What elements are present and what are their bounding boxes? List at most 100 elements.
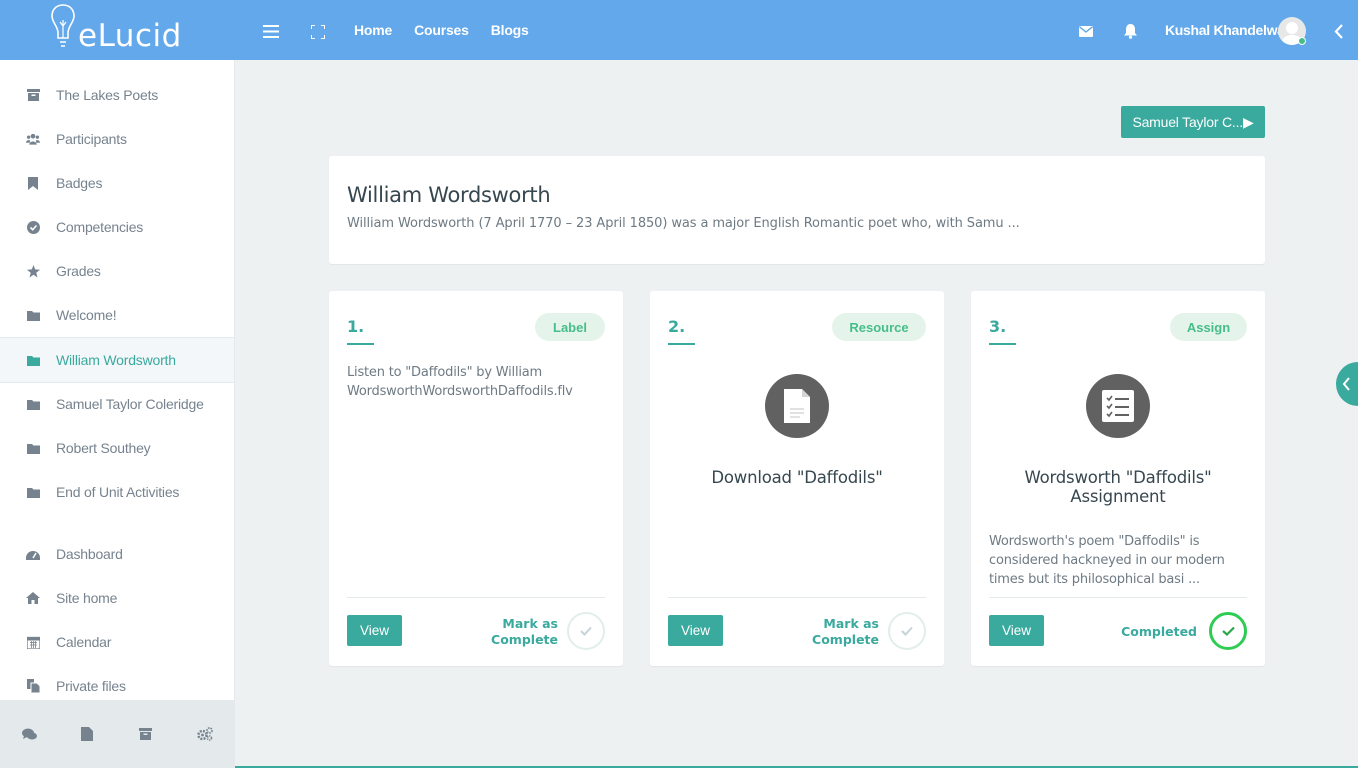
sidebar-item-label: Grades — [56, 263, 101, 279]
logo[interactable]: eLucid — [48, 2, 188, 56]
view-button[interactable]: View — [347, 615, 402, 646]
document-icon — [784, 389, 810, 423]
folder-icon — [26, 485, 40, 499]
check-icon — [580, 626, 592, 636]
number-underline — [668, 343, 695, 345]
folder-icon — [26, 308, 40, 322]
sidebar-item-label: Private files — [56, 678, 126, 694]
activity-number: 1. — [347, 317, 365, 336]
check-icon — [901, 626, 913, 636]
bell-icon[interactable] — [1124, 24, 1137, 39]
folder-icon — [26, 397, 40, 411]
activity-card: 3. Assign Wordsworth "Daffodils" Assignm… — [971, 291, 1265, 666]
next-section-button[interactable]: Samuel Taylor C...▶ — [1121, 106, 1265, 138]
section-summary: William Wordsworth (7 April 1770 – 23 Ap… — [347, 216, 1020, 231]
sidebar-item-competencies[interactable]: Competencies — [0, 205, 234, 249]
activity-type-badge: Assign — [1170, 313, 1247, 341]
card-divider — [347, 597, 605, 598]
sidebar-item-william-wordsworth[interactable]: William Wordsworth — [0, 337, 234, 383]
sidebar-item-grades[interactable]: Grades — [0, 249, 234, 293]
logo-text: eLucid — [78, 18, 182, 54]
calendar-icon — [26, 635, 40, 649]
lightbulb-icon — [51, 4, 75, 47]
mark-complete-toggle[interactable] — [567, 612, 605, 650]
activity-title[interactable]: Wordsworth "Daffodils" Assignment — [989, 468, 1247, 506]
view-button[interactable]: View — [668, 615, 723, 646]
sidebar-item-participants[interactable]: Participants — [0, 117, 234, 161]
nav-courses[interactable]: Courses — [414, 22, 469, 38]
sidebar-footer — [0, 700, 234, 768]
sidebar-item-label: Welcome! — [56, 307, 117, 323]
archive-box-icon[interactable] — [139, 728, 152, 740]
sidebar-item-label: Dashboard — [56, 546, 123, 562]
view-button[interactable]: View — [989, 615, 1044, 646]
bookmark-icon — [26, 176, 40, 190]
online-status-dot — [1298, 37, 1306, 45]
activity-type-badge: Label — [535, 313, 605, 341]
sidebar-item-label: William Wordsworth — [56, 352, 176, 368]
checklist-icon — [1102, 390, 1134, 422]
top-bar: eLucid Home Courses Blogs Kushal Khandel… — [0, 0, 1358, 60]
mark-label-line2: Complete — [491, 632, 558, 647]
nav-blogs[interactable]: Blogs — [491, 22, 529, 38]
activity-text: Wordsworth's poem "Daffodils" is conside… — [989, 534, 1225, 587]
home-icon — [26, 591, 40, 605]
activity-number: 2. — [668, 317, 686, 336]
mark-label-line2: Complete — [812, 632, 879, 647]
check-icon — [1221, 626, 1235, 636]
user-name[interactable]: Kushal Khandelwal — [1165, 22, 1289, 38]
cogs-icon[interactable] — [197, 727, 213, 741]
activity-type-badge: Resource — [832, 313, 926, 341]
check-circle-icon — [26, 220, 40, 234]
sidebar-item-label: Samuel Taylor Coleridge — [56, 396, 204, 412]
sidebar-item-label: Robert Southey — [56, 440, 151, 456]
mark-complete-label[interactable]: Mark as Complete — [812, 616, 879, 648]
sidebar-item-end-of-unit-activities[interactable]: End of Unit Activities — [0, 470, 234, 514]
number-underline — [989, 343, 1016, 345]
card-divider — [668, 597, 926, 598]
activity-card: 1. Label Listen to "Daffodils" by Willia… — [329, 291, 623, 666]
card-divider — [989, 597, 1247, 598]
sidebar-item-site-home[interactable]: Site home — [0, 576, 234, 620]
sidebar-item-label: Site home — [56, 590, 118, 606]
activity-number: 3. — [989, 317, 1007, 336]
archive-icon — [26, 88, 40, 102]
nav-home[interactable]: Home — [354, 22, 392, 38]
file-icon[interactable] — [81, 727, 93, 741]
sidebar-item-label: Badges — [56, 175, 103, 191]
star-icon — [26, 264, 40, 278]
sidebar-item-the-lakes-poets[interactable]: The Lakes Poets — [0, 73, 234, 117]
mark-label-line1: Mark as — [823, 616, 879, 631]
sidebar: The Lakes Poets Participants Badges Comp… — [0, 60, 235, 768]
sidebar-item-robert-southey[interactable]: Robert Southey — [0, 426, 234, 470]
comments-icon[interactable] — [22, 728, 37, 741]
resource-icon-circle[interactable] — [765, 374, 829, 438]
sidebar-item-dashboard[interactable]: Dashboard — [0, 532, 234, 576]
dashboard-icon — [26, 547, 40, 561]
sidebar-item-label: End of Unit Activities — [56, 484, 180, 500]
mark-complete-label[interactable]: Mark as Complete — [491, 616, 558, 648]
chevron-left-icon — [1342, 377, 1350, 391]
sidebar-item-samuel-taylor-coleridge[interactable]: Samuel Taylor Coleridge — [0, 382, 234, 426]
fullscreen-icon[interactable] — [311, 25, 325, 39]
assign-icon-circle[interactable] — [1086, 374, 1150, 438]
chevron-left-icon[interactable] — [1334, 24, 1344, 39]
mail-icon[interactable] — [1079, 26, 1093, 37]
activity-card: 2. Resource Download "Daffodils" View Ma… — [650, 291, 944, 666]
files-icon — [26, 679, 40, 693]
completion-toggle[interactable] — [1209, 612, 1247, 650]
activity-text: Listen to "Daffodils" by William Wordswo… — [347, 365, 573, 399]
sidebar-item-welcome[interactable]: Welcome! — [0, 293, 234, 337]
section-title: William Wordsworth — [347, 183, 551, 207]
section-summary-card: William Wordsworth William Wordsworth (7… — [329, 156, 1265, 264]
activity-title[interactable]: Download "Daffodils" — [668, 468, 926, 487]
sidebar-item-calendar[interactable]: Calendar — [0, 620, 234, 664]
mark-complete-toggle[interactable] — [888, 612, 926, 650]
menu-icon[interactable] — [263, 25, 279, 38]
sidebar-item-badges[interactable]: Badges — [0, 161, 234, 205]
number-underline — [347, 343, 374, 345]
right-panel-toggle[interactable] — [1336, 362, 1358, 406]
mark-label-line1: Mark as — [502, 616, 558, 631]
sidebar-item-label: Competencies — [56, 219, 144, 235]
completed-label: Completed — [1121, 624, 1197, 639]
